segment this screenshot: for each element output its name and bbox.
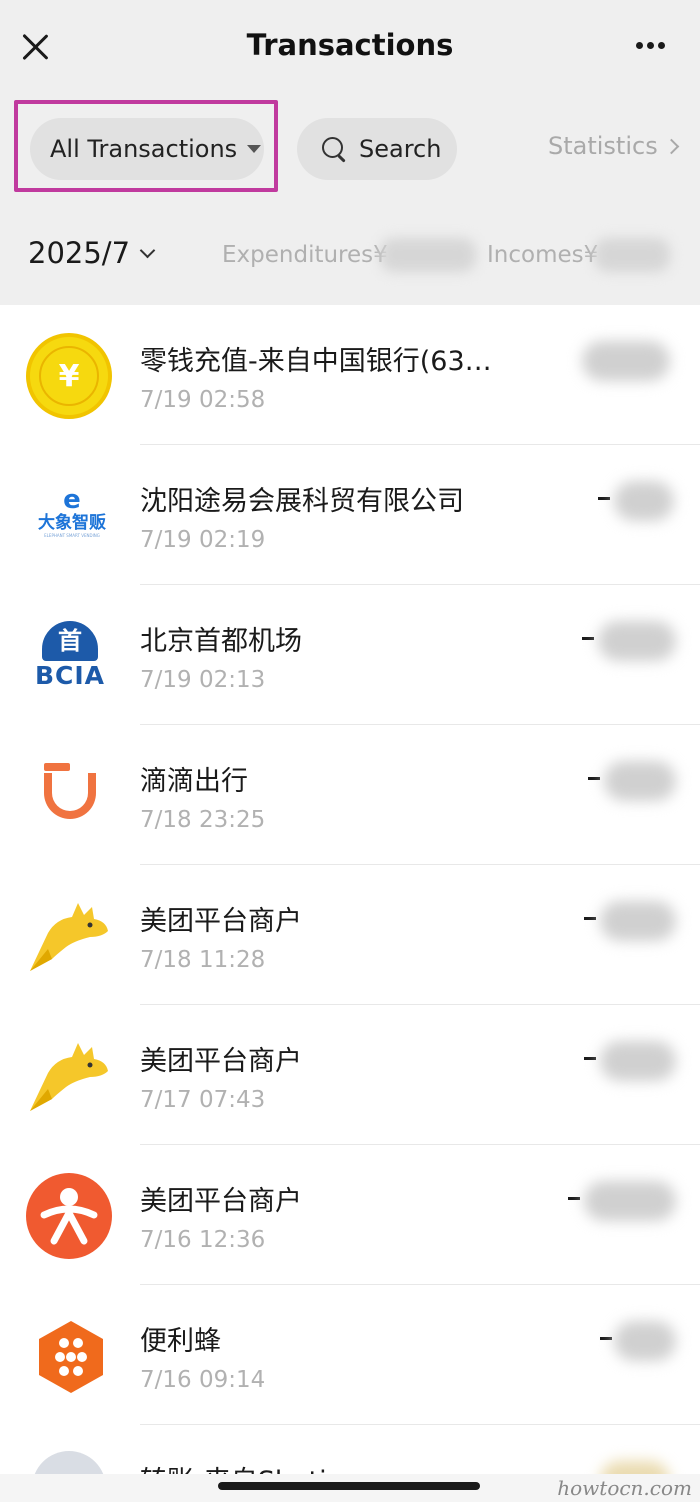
more-dots-icon[interactable]	[630, 40, 670, 52]
minus-sign	[582, 637, 594, 640]
bcia-logo: 首 BCIA	[26, 613, 114, 701]
dianping-logo	[26, 1173, 114, 1261]
highlight-annotation	[14, 100, 278, 192]
transaction-row[interactable]: 首 BCIA 北京首都机场 7/19 02:13	[0, 585, 700, 725]
daxiang-vending-logo: e 大象智贩 ELEPHANT SMART VENDING	[38, 485, 106, 538]
amount-redacted	[598, 621, 676, 661]
coin-yuan-icon: ¥	[26, 333, 114, 421]
transaction-time: 7/16 12:36	[140, 1227, 266, 1253]
bianlifeng-logo	[26, 1313, 114, 1401]
minus-sign	[584, 917, 596, 920]
watermark: howtocn.com	[557, 1476, 692, 1500]
transaction-title: 零钱充值-来自中国银行(63…	[140, 346, 492, 377]
search-button[interactable]: Search	[297, 118, 457, 180]
transaction-title: 北京首都机场	[140, 626, 302, 657]
transaction-time: 7/16 09:14	[140, 1367, 266, 1393]
meituan-kangaroo-logo	[26, 893, 114, 981]
amount-redacted	[600, 1041, 676, 1081]
transaction-row[interactable]: ¥ 零钱充值-来自中国银行(63… 7/19 02:58	[0, 305, 700, 445]
transaction-title: 沈阳途易会展科贸有限公司	[140, 486, 464, 517]
search-icon	[321, 136, 347, 162]
transaction-time: 7/18 11:28	[140, 947, 266, 973]
transaction-title: 美团平台商户	[140, 906, 302, 937]
transaction-title: 转账-来自Shotie	[140, 1459, 343, 1475]
transaction-title: 美团平台商户	[140, 1186, 302, 1217]
header: Transactions	[0, 0, 700, 95]
incomes-amount-redacted	[594, 238, 670, 272]
home-indicator[interactable]	[218, 1482, 480, 1490]
minus-sign	[600, 1337, 612, 1340]
transaction-time: 7/19 02:58	[140, 387, 266, 413]
transaction-row[interactable]: 美团平台商户 7/18 11:28	[0, 865, 700, 1005]
transaction-row[interactable]: 便利蜂 7/16 09:14	[0, 1285, 700, 1425]
transaction-time: 7/17 07:43	[140, 1087, 266, 1113]
transaction-title: 滴滴出行	[140, 766, 248, 797]
incomes-label: Incomes¥	[487, 242, 599, 268]
month-summary-row: 2025/7 Expenditures¥ Incomes¥	[0, 220, 700, 294]
transaction-title: 便利蜂	[140, 1326, 221, 1357]
transaction-time: 7/19 02:19	[140, 527, 266, 553]
amount-redacted	[614, 1321, 676, 1361]
expenditures-label: Expenditures¥	[222, 242, 388, 268]
amount-redacted	[600, 1461, 670, 1475]
transaction-row[interactable]: 滴滴出行 7/18 23:25	[0, 725, 700, 865]
page-title: Transactions	[246, 28, 454, 62]
minus-sign	[584, 1057, 596, 1060]
amount-redacted	[584, 1181, 676, 1221]
statistics-label: Statistics	[548, 132, 658, 160]
transaction-title: 美团平台商户	[140, 1046, 302, 1077]
minus-sign	[568, 1197, 580, 1200]
expenditures-amount-redacted	[380, 238, 476, 272]
amount-redacted	[600, 901, 676, 941]
minus-sign	[588, 777, 600, 780]
transaction-row[interactable]: 美团平台商户 7/16 12:36	[0, 1145, 700, 1285]
filter-row: All Transactions Search Statistics	[0, 100, 700, 195]
chevron-right-icon	[663, 138, 679, 154]
amount-redacted	[604, 761, 676, 801]
transaction-row[interactable]: 转账-来自Shotie	[0, 1425, 700, 1475]
transaction-time: 7/18 23:25	[140, 807, 266, 833]
expenditures-summary: Expenditures¥	[222, 242, 388, 268]
meituan-kangaroo-logo	[26, 1033, 114, 1121]
minus-sign	[598, 497, 610, 500]
search-label: Search	[359, 135, 442, 163]
didi-logo	[26, 753, 114, 841]
chevron-down-icon	[139, 242, 156, 258]
statistics-link[interactable]: Statistics	[548, 132, 679, 160]
transaction-row[interactable]: 美团平台商户 7/17 07:43	[0, 1005, 700, 1145]
amount-redacted	[582, 341, 670, 381]
amount-redacted	[614, 481, 674, 521]
transaction-row[interactable]: e 大象智贩 ELEPHANT SMART VENDING 沈阳途易会展科贸有限…	[0, 445, 700, 585]
month-label: 2025/7	[28, 236, 131, 270]
avatar	[26, 1451, 114, 1475]
incomes-summary: Incomes¥	[487, 242, 598, 268]
transaction-time: 7/19 02:13	[140, 667, 266, 693]
month-selector[interactable]: 2025/7	[28, 236, 156, 270]
